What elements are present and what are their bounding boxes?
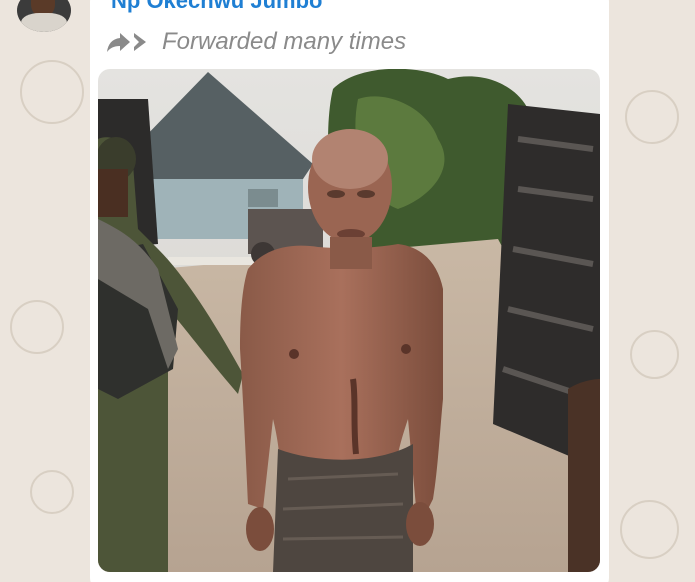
avatar-shirt [21,13,67,32]
photo-curb [168,257,258,265]
message-photo[interactable] [98,69,600,572]
photo-person-eye [357,190,375,198]
photo-person-eye [327,190,345,198]
wallpaper-doodle [625,90,679,144]
wallpaper-doodle [20,60,84,124]
sender-avatar[interactable] [17,0,71,32]
wallpaper-doodle [620,500,679,559]
photo-person-chest-mark [289,349,299,359]
wallpaper-doodle [10,300,64,354]
photo-person-head-highlight [312,129,388,189]
photo-person-neck [330,237,372,269]
photo-house-window [248,189,278,207]
photo-person-hand [246,507,274,551]
photo-soldier-face [98,169,128,217]
wallpaper-doodle [30,470,74,514]
wallpaper-doodle [630,330,679,379]
forwarded-indicator: Forwarded many times [106,27,406,57]
sender-name[interactable]: Np Okechwu Jumbo [111,0,322,14]
double-arrow-forward-icon [106,29,150,55]
forwarded-label: Forwarded many times [162,28,407,55]
photo-person-scar [350,378,359,455]
photo-person-chest-mark [401,344,411,354]
photo-edge-person [568,379,600,572]
photo-person-hand [406,502,434,546]
